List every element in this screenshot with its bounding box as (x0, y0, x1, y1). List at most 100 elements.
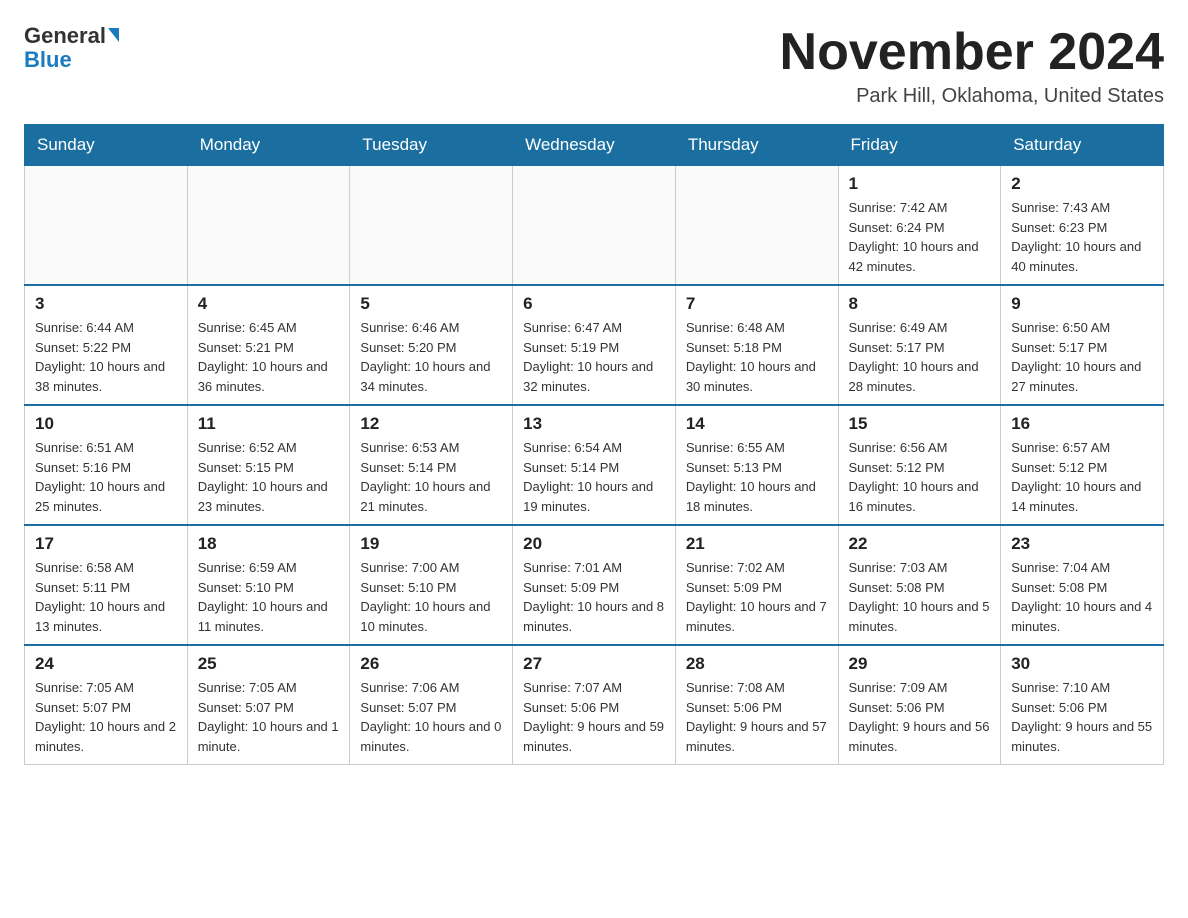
day-info: Sunrise: 6:49 AMSunset: 5:17 PMDaylight:… (849, 318, 991, 396)
calendar-cell: 25 Sunrise: 7:05 AMSunset: 5:07 PMDayligh… (187, 645, 350, 765)
day-info: Sunrise: 7:05 AMSunset: 5:07 PMDaylight:… (198, 678, 340, 756)
calendar-cell (25, 166, 188, 286)
day-info: Sunrise: 6:56 AMSunset: 5:12 PMDaylight:… (849, 438, 991, 516)
day-info: Sunrise: 7:06 AMSunset: 5:07 PMDaylight:… (360, 678, 502, 756)
calendar-cell: 4 Sunrise: 6:45 AMSunset: 5:21 PMDaylight… (187, 285, 350, 405)
day-number: 8 (849, 294, 991, 314)
calendar-cell: 15Sunrise: 6:56 AMSunset: 5:12 PMDayligh… (838, 405, 1001, 525)
day-info: Sunrise: 6:45 AMSunset: 5:21 PMDaylight:… (198, 318, 340, 396)
day-number: 17 (35, 534, 177, 554)
location-text: Park Hill, Oklahoma, United States (780, 85, 1164, 108)
calendar-cell: 13 Sunrise: 6:54 AMSunset: 5:14 PMDayligh… (513, 405, 676, 525)
day-info: Sunrise: 7:03 AMSunset: 5:08 PMDaylight:… (849, 558, 991, 636)
calendar-cell (675, 166, 838, 286)
column-header-friday: Friday (838, 125, 1001, 166)
calendar-week-row: 3 Sunrise: 6:44 AMSunset: 5:22 PMDaylight… (25, 285, 1164, 405)
day-info: Sunrise: 6:46 AMSunset: 5:20 PMDaylight:… (360, 318, 502, 396)
day-number: 20 (523, 534, 665, 554)
calendar-cell: 24 Sunrise: 7:05 AMSunset: 5:07 PMDayligh… (25, 645, 188, 765)
day-info: Sunrise: 6:52 AMSunset: 5:15 PMDaylight:… (198, 438, 340, 516)
calendar-week-row: 10 Sunrise: 6:51 AMSunset: 5:16 PMDayligh… (25, 405, 1164, 525)
calendar-cell: 3 Sunrise: 6:44 AMSunset: 5:22 PMDaylight… (25, 285, 188, 405)
logo-text-general: General (24, 24, 106, 48)
calendar-cell: 23 Sunrise: 7:04 AMSunset: 5:08 PMDayligh… (1001, 525, 1164, 645)
day-number: 28 (686, 654, 828, 674)
calendar-cell: 16Sunrise: 6:57 AMSunset: 5:12 PMDayligh… (1001, 405, 1164, 525)
page-header: General Blue November 2024 Park Hill, Ok… (24, 24, 1164, 108)
calendar-cell: 11 Sunrise: 6:52 AMSunset: 5:15 PMDayligh… (187, 405, 350, 525)
column-header-sunday: Sunday (25, 125, 188, 166)
day-number: 12 (360, 414, 502, 434)
day-info: Sunrise: 6:54 AMSunset: 5:14 PMDaylight:… (523, 438, 665, 516)
day-info: Sunrise: 7:43 AMSunset: 6:23 PMDaylight:… (1011, 198, 1153, 276)
calendar-cell: 20Sunrise: 7:01 AMSunset: 5:09 PMDayligh… (513, 525, 676, 645)
calendar-cell: 19Sunrise: 7:00 AMSunset: 5:10 PMDayligh… (350, 525, 513, 645)
title-section: November 2024 Park Hill, Oklahoma, Unite… (780, 24, 1164, 108)
day-info: Sunrise: 7:08 AMSunset: 5:06 PMDaylight:… (686, 678, 828, 756)
day-number: 16 (1011, 414, 1153, 434)
logo-arrow-icon (108, 28, 119, 42)
day-info: Sunrise: 7:05 AMSunset: 5:07 PMDaylight:… (35, 678, 177, 756)
day-info: Sunrise: 6:55 AMSunset: 5:13 PMDaylight:… (686, 438, 828, 516)
calendar-cell: 26Sunrise: 7:06 AMSunset: 5:07 PMDayligh… (350, 645, 513, 765)
day-info: Sunrise: 7:04 AMSunset: 5:08 PMDaylight:… (1011, 558, 1153, 636)
column-header-saturday: Saturday (1001, 125, 1164, 166)
day-number: 24 (35, 654, 177, 674)
day-number: 14 (686, 414, 828, 434)
calendar-cell: 12 Sunrise: 6:53 AMSunset: 5:14 PMDayligh… (350, 405, 513, 525)
day-info: Sunrise: 6:48 AMSunset: 5:18 PMDaylight:… (686, 318, 828, 396)
calendar-week-row: 24 Sunrise: 7:05 AMSunset: 5:07 PMDayligh… (25, 645, 1164, 765)
day-info: Sunrise: 7:42 AMSunset: 6:24 PMDaylight:… (849, 198, 991, 276)
calendar-cell (513, 166, 676, 286)
calendar-cell: 27 Sunrise: 7:07 AMSunset: 5:06 PMDayligh… (513, 645, 676, 765)
day-number: 5 (360, 294, 502, 314)
day-number: 9 (1011, 294, 1153, 314)
calendar-cell: 7 Sunrise: 6:48 AMSunset: 5:18 PMDaylight… (675, 285, 838, 405)
calendar-cell (350, 166, 513, 286)
day-number: 25 (198, 654, 340, 674)
day-info: Sunrise: 7:02 AMSunset: 5:09 PMDaylight:… (686, 558, 828, 636)
calendar-cell: 5 Sunrise: 6:46 AMSunset: 5:20 PMDaylight… (350, 285, 513, 405)
day-number: 27 (523, 654, 665, 674)
calendar-cell: 29 Sunrise: 7:09 AMSunset: 5:06 PMDayligh… (838, 645, 1001, 765)
day-info: Sunrise: 7:07 AMSunset: 5:06 PMDaylight:… (523, 678, 665, 756)
day-info: Sunrise: 6:59 AMSunset: 5:10 PMDaylight:… (198, 558, 340, 636)
logo: General Blue (24, 24, 119, 72)
day-number: 10 (35, 414, 177, 434)
day-number: 18 (198, 534, 340, 554)
column-header-wednesday: Wednesday (513, 125, 676, 166)
calendar-cell: 30Sunrise: 7:10 AMSunset: 5:06 PMDayligh… (1001, 645, 1164, 765)
calendar-cell: 22Sunrise: 7:03 AMSunset: 5:08 PMDayligh… (838, 525, 1001, 645)
calendar-cell: 17 Sunrise: 6:58 AMSunset: 5:11 PMDayligh… (25, 525, 188, 645)
day-info: Sunrise: 6:51 AMSunset: 5:16 PMDaylight:… (35, 438, 177, 516)
calendar-cell: 8 Sunrise: 6:49 AMSunset: 5:17 PMDaylight… (838, 285, 1001, 405)
calendar-cell (187, 166, 350, 286)
calendar-cell: 1Sunrise: 7:42 AMSunset: 6:24 PMDaylight… (838, 166, 1001, 286)
calendar-cell: 9 Sunrise: 6:50 AMSunset: 5:17 PMDaylight… (1001, 285, 1164, 405)
day-info: Sunrise: 6:58 AMSunset: 5:11 PMDaylight:… (35, 558, 177, 636)
calendar-cell: 28 Sunrise: 7:08 AMSunset: 5:06 PMDayligh… (675, 645, 838, 765)
day-number: 19 (360, 534, 502, 554)
column-header-tuesday: Tuesday (350, 125, 513, 166)
column-header-thursday: Thursday (675, 125, 838, 166)
day-info: Sunrise: 6:50 AMSunset: 5:17 PMDaylight:… (1011, 318, 1153, 396)
day-info: Sunrise: 6:44 AMSunset: 5:22 PMDaylight:… (35, 318, 177, 396)
calendar-cell: 18 Sunrise: 6:59 AMSunset: 5:10 PMDayligh… (187, 525, 350, 645)
day-number: 23 (1011, 534, 1153, 554)
day-number: 11 (198, 414, 340, 434)
day-number: 6 (523, 294, 665, 314)
calendar-cell: 2Sunrise: 7:43 AMSunset: 6:23 PMDaylight… (1001, 166, 1164, 286)
calendar-cell: 6Sunrise: 6:47 AMSunset: 5:19 PMDaylight… (513, 285, 676, 405)
day-number: 4 (198, 294, 340, 314)
day-info: Sunrise: 7:10 AMSunset: 5:06 PMDaylight:… (1011, 678, 1153, 756)
calendar-cell: 10 Sunrise: 6:51 AMSunset: 5:16 PMDayligh… (25, 405, 188, 525)
day-number: 3 (35, 294, 177, 314)
day-info: Sunrise: 7:09 AMSunset: 5:06 PMDaylight:… (849, 678, 991, 756)
calendar-header-row: SundayMondayTuesdayWednesdayThursdayFrid… (25, 125, 1164, 166)
day-number: 29 (849, 654, 991, 674)
calendar-week-row: 17 Sunrise: 6:58 AMSunset: 5:11 PMDayligh… (25, 525, 1164, 645)
day-number: 13 (523, 414, 665, 434)
day-number: 7 (686, 294, 828, 314)
logo-text-blue: Blue (24, 48, 72, 72)
day-info: Sunrise: 6:53 AMSunset: 5:14 PMDaylight:… (360, 438, 502, 516)
